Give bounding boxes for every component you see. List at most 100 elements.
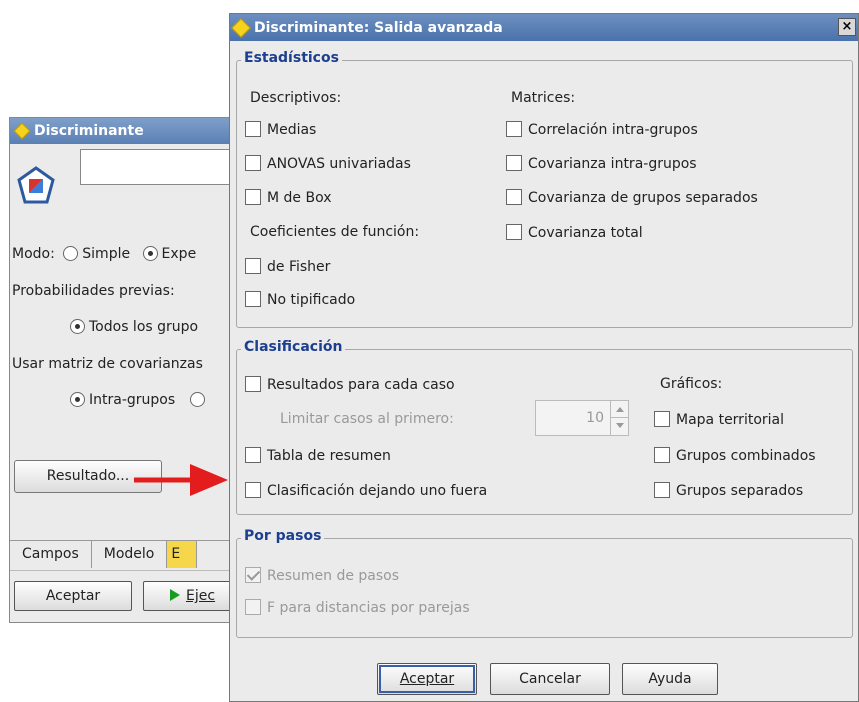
node-name-input[interactable] bbox=[80, 149, 240, 185]
fisher-checkbox[interactable]: de Fisher bbox=[245, 258, 330, 275]
territorial-map-check[interactable] bbox=[654, 411, 670, 427]
tab-expert[interactable]: E bbox=[167, 541, 198, 568]
within-covariance-check[interactable] bbox=[506, 155, 522, 171]
ok-button[interactable]: Aceptar bbox=[377, 663, 477, 695]
back-window-titlebar: Discriminante bbox=[10, 118, 230, 144]
back-window-buttonbar: Aceptar Ejec bbox=[10, 570, 243, 622]
ok-button-label: Aceptar bbox=[399, 671, 455, 687]
plots-label: Gráficos: bbox=[660, 376, 723, 392]
priors-all-label: Todos los grupo bbox=[89, 319, 199, 335]
dialog-titlebar: Discriminante: Salida avanzada × bbox=[230, 14, 858, 41]
tab-fields[interactable]: Campos bbox=[10, 541, 92, 568]
priors-all-option[interactable]: Todos los grupo bbox=[66, 319, 198, 335]
summary-table-check[interactable] bbox=[245, 447, 261, 463]
mode-row: Modo: Simple Expe bbox=[12, 246, 196, 262]
within-correlation-checkbox[interactable]: Correlación intra-grupos bbox=[506, 121, 698, 138]
within-covariance-label: Covarianza intra-grupos bbox=[528, 156, 697, 172]
mode-expert-radio[interactable] bbox=[142, 246, 158, 261]
discriminante-node-window: Discriminante Modo: Simple Expe Probabil… bbox=[9, 117, 243, 623]
covariance-within-option[interactable]: Intra-grupos bbox=[66, 392, 209, 408]
back-window-tabs: Campos Modelo E bbox=[10, 540, 232, 568]
anovas-checkbox[interactable]: ANOVAS univariadas bbox=[245, 155, 411, 172]
means-checkbox[interactable]: Medias bbox=[245, 121, 316, 138]
cancel-button[interactable]: Cancelar bbox=[490, 663, 610, 695]
priors-label: Probabilidades previas: bbox=[12, 283, 175, 299]
summary-table-checkbox[interactable]: Tabla de resumen bbox=[245, 447, 391, 464]
limit-cases-value: 10 bbox=[586, 410, 604, 426]
unstandardized-check[interactable] bbox=[245, 291, 261, 307]
casewise-checkbox[interactable]: Resultados para cada caso bbox=[245, 376, 455, 393]
total-covariance-check[interactable] bbox=[506, 224, 522, 240]
within-covariance-checkbox[interactable]: Covarianza intra-grupos bbox=[506, 155, 697, 172]
within-correlation-check[interactable] bbox=[506, 121, 522, 137]
limit-cases-label: Limitar casos al primero: bbox=[280, 411, 454, 427]
stepwise-legend: Por pasos bbox=[241, 528, 325, 544]
mode-label: Modo: bbox=[12, 246, 55, 262]
combined-groups-check[interactable] bbox=[654, 447, 670, 463]
red-arrow-icon bbox=[134, 464, 228, 496]
within-correlation-label: Correlación intra-grupos bbox=[528, 122, 698, 138]
boxm-check[interactable] bbox=[245, 189, 261, 205]
dialog-title: Discriminante: Salida avanzada bbox=[254, 19, 503, 36]
casewise-check[interactable] bbox=[245, 376, 261, 392]
back-ok-button[interactable]: Aceptar bbox=[14, 581, 132, 611]
mode-simple-radio[interactable] bbox=[63, 246, 79, 261]
leave-one-out-label: Clasificación dejando uno fuera bbox=[267, 483, 488, 499]
spinner-arrows[interactable] bbox=[610, 401, 628, 435]
boxm-checkbox[interactable]: M de Box bbox=[245, 189, 332, 206]
separate-groups-checkbox[interactable]: Grupos separados bbox=[654, 482, 803, 499]
classification-legend: Clasificación bbox=[241, 339, 346, 355]
descriptives-label: Descriptivos: bbox=[250, 90, 342, 106]
spinner-up-icon[interactable] bbox=[611, 401, 628, 418]
combined-groups-label: Grupos combinados bbox=[676, 448, 816, 464]
separate-covariance-checkbox[interactable]: Covarianza de grupos separados bbox=[506, 189, 758, 206]
limit-cases-spinner[interactable]: 10 bbox=[535, 400, 629, 436]
means-label: Medias bbox=[267, 122, 317, 138]
run-button[interactable]: Ejec bbox=[143, 581, 243, 611]
covariance-within-label: Intra-grupos bbox=[89, 392, 176, 408]
run-button-label: Ejec bbox=[186, 588, 216, 604]
casewise-label: Resultados para cada caso bbox=[267, 377, 455, 393]
priors-all-radio[interactable] bbox=[70, 319, 85, 334]
combined-groups-checkbox[interactable]: Grupos combinados bbox=[654, 447, 816, 464]
spinner-down-icon[interactable] bbox=[611, 418, 628, 435]
total-covariance-checkbox[interactable]: Covarianza total bbox=[506, 224, 643, 241]
step-summary-label: Resumen de pasos bbox=[267, 568, 400, 584]
f-pairwise-label: F para distancias por parejas bbox=[267, 600, 470, 616]
total-covariance-label: Covarianza total bbox=[528, 225, 643, 241]
step-summary-check bbox=[245, 567, 261, 583]
leave-one-out-checkbox[interactable]: Clasificación dejando uno fuera bbox=[245, 482, 487, 499]
close-button[interactable]: × bbox=[838, 18, 856, 36]
separate-groups-check[interactable] bbox=[654, 482, 670, 498]
unstandardized-checkbox[interactable]: No tipificado bbox=[245, 291, 355, 308]
separate-covariance-label: Covarianza de grupos separados bbox=[528, 190, 758, 206]
fisher-check[interactable] bbox=[245, 258, 261, 274]
dialog-diamond-icon bbox=[231, 17, 251, 38]
means-check[interactable] bbox=[245, 121, 261, 137]
tab-model[interactable]: Modelo bbox=[91, 541, 168, 568]
anovas-check[interactable] bbox=[245, 155, 261, 171]
f-pairwise-checkbox: F para distancias por parejas bbox=[245, 599, 470, 616]
summary-table-label: Tabla de resumen bbox=[267, 448, 391, 464]
step-summary-checkbox: Resumen de pasos bbox=[245, 567, 399, 584]
separate-covariance-check[interactable] bbox=[506, 189, 522, 205]
territorial-map-label: Mapa territorial bbox=[676, 412, 785, 428]
covariance-separate-radio[interactable] bbox=[189, 392, 205, 407]
advanced-output-dialog: Discriminante: Salida avanzada × Estadís… bbox=[229, 13, 859, 702]
close-icon: × bbox=[841, 19, 853, 34]
help-button[interactable]: Ayuda bbox=[622, 663, 718, 695]
leave-one-out-check[interactable] bbox=[245, 482, 261, 498]
anovas-label: ANOVAS univariadas bbox=[267, 156, 411, 172]
mode-expert-label: Expe bbox=[161, 246, 197, 262]
mode-simple-label: Simple bbox=[82, 246, 131, 262]
statistics-legend: Estadísticos bbox=[241, 50, 342, 66]
covariance-within-radio[interactable] bbox=[70, 392, 85, 407]
territorial-map-checkbox[interactable]: Mapa territorial bbox=[654, 411, 784, 428]
stepwise-group: Por pasos bbox=[236, 528, 853, 638]
boxm-label: M de Box bbox=[267, 190, 332, 206]
play-icon bbox=[170, 589, 180, 601]
discriminant-model-icon bbox=[17, 166, 55, 204]
function-coef-label: Coeficientes de función: bbox=[250, 224, 420, 240]
separate-groups-label: Grupos separados bbox=[676, 483, 804, 499]
back-window-title: Discriminante bbox=[34, 123, 144, 139]
